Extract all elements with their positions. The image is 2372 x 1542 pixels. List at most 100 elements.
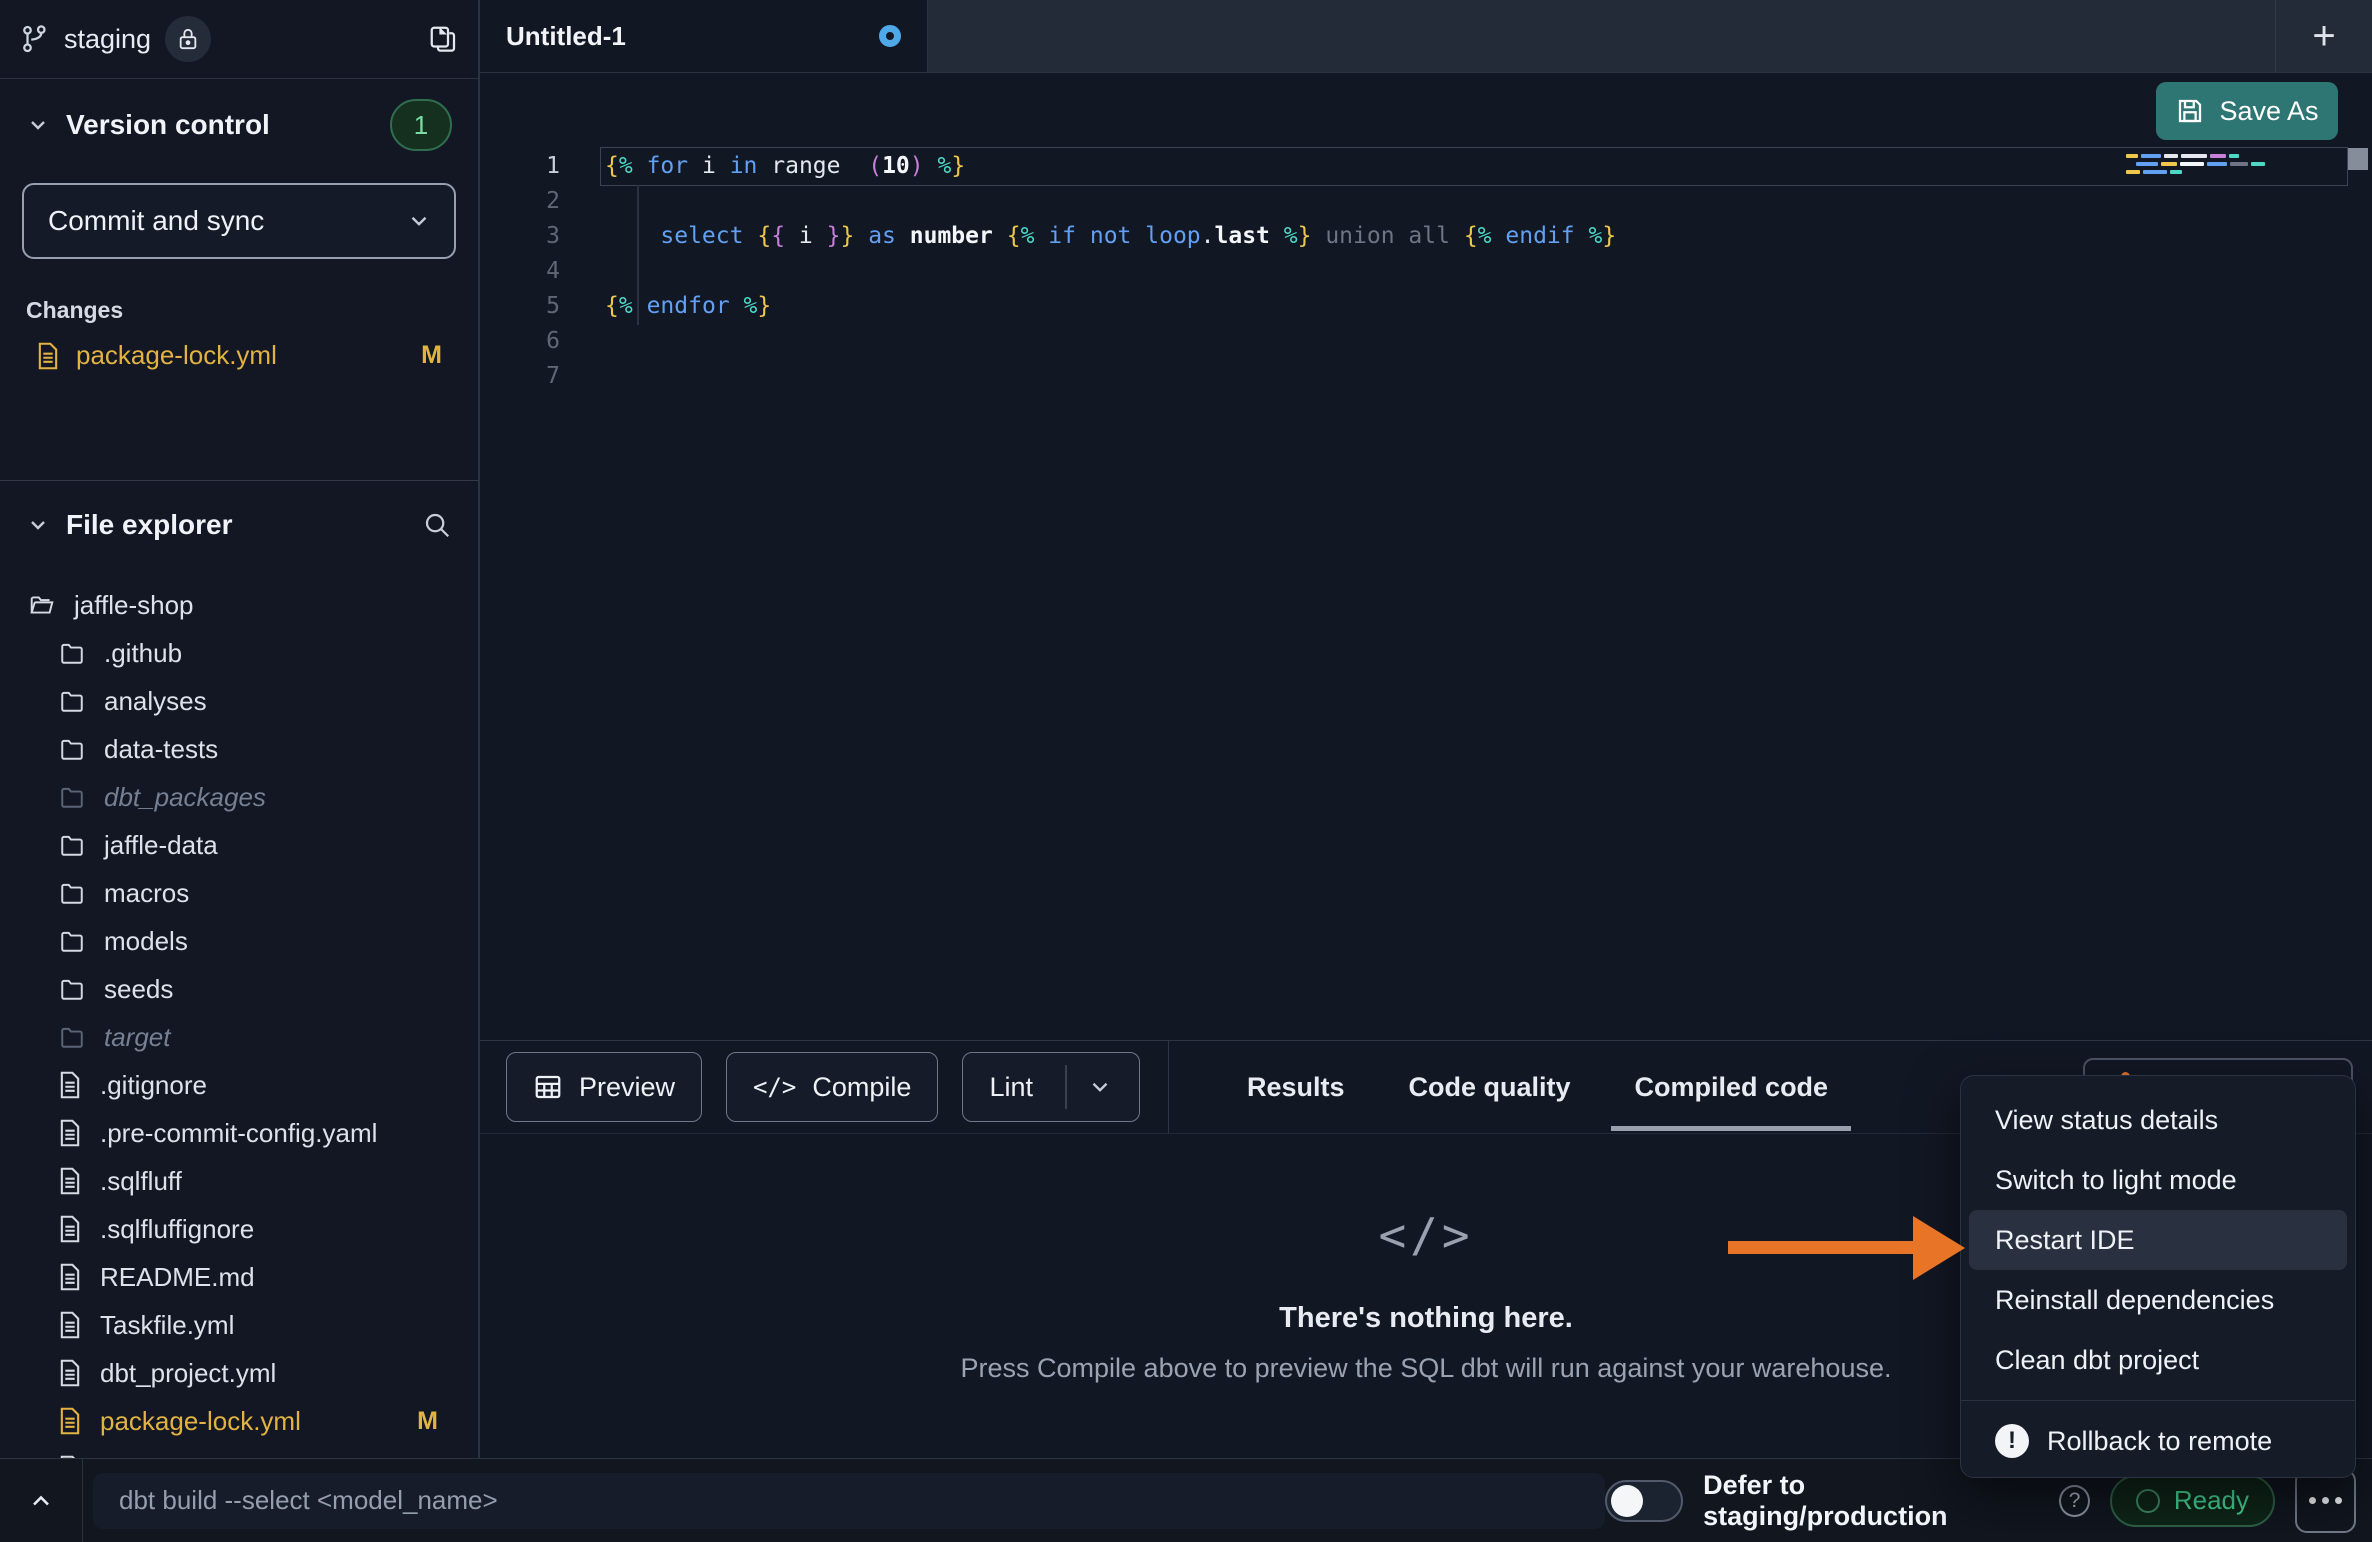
file-tree-item-.sqlfluff[interactable]: .sqlfluff <box>0 1157 478 1205</box>
file-name: target <box>104 1022 478 1053</box>
lint-split-divider <box>1065 1065 1067 1109</box>
tab-code-quality[interactable]: Code quality <box>1409 1041 1571 1133</box>
file-name: .sqlfluffignore <box>100 1214 478 1245</box>
line-number: 1 <box>480 149 560 184</box>
line-number: 7 <box>480 359 560 394</box>
line-number: 3 <box>480 219 560 254</box>
code-line-4 <box>605 254 1616 289</box>
menu-item-clean-dbt-project[interactable]: Clean dbt project <box>1969 1330 2347 1390</box>
menu-item-rollback-to-remote[interactable]: !Rollback to remote <box>1969 1411 2347 1471</box>
version-control-title: Version control <box>66 109 270 141</box>
file-name: analyses <box>104 686 478 717</box>
defer-toggle[interactable] <box>1605 1480 1683 1522</box>
line-number-gutter: 1234567 <box>480 149 560 394</box>
commit-options-caret[interactable] <box>384 185 454 257</box>
folder-icon <box>58 736 86 762</box>
file-tree-item-macros[interactable]: macros <box>0 869 478 917</box>
help-icon[interactable]: ? <box>2059 1485 2090 1517</box>
save-as-label: Save As <box>2219 96 2318 127</box>
modified-badge: M <box>417 1407 478 1436</box>
editor-scrollbar-thumb[interactable] <box>2348 148 2368 170</box>
chevron-down-icon <box>406 208 432 234</box>
annotation-arrow <box>1725 1214 1970 1282</box>
save-as-button[interactable]: Save As <box>2156 82 2338 140</box>
file-explorer-title: File explorer <box>66 509 233 541</box>
menu-item-view-status-details[interactable]: View status details <box>1969 1090 2347 1150</box>
file-tree-item-README.md[interactable]: README.md <box>0 1253 478 1301</box>
file-tree-item-Taskfile.yml[interactable]: Taskfile.yml <box>0 1301 478 1349</box>
menu-item-restart-ide[interactable]: Restart IDE <box>1969 1210 2347 1270</box>
preview-button[interactable]: Preview <box>506 1052 702 1122</box>
file-name: data-tests <box>104 734 478 765</box>
file-icon <box>58 1071 82 1099</box>
status-circle-icon <box>2136 1489 2160 1513</box>
file-name: .sqlfluff <box>100 1166 478 1197</box>
menu-item-label: Switch to light mode <box>1995 1165 2237 1196</box>
file-icon <box>58 1167 82 1195</box>
status-badge[interactable]: Ready <box>2110 1475 2275 1527</box>
commit-and-sync-button[interactable]: Commit and sync <box>22 183 456 259</box>
code-line-2 <box>605 184 1616 219</box>
panel-tabs: Results Code quality Compiled code <box>1169 1041 1828 1133</box>
file-tree-item-.pre-commit-config.yaml[interactable]: .pre-commit-config.yaml <box>0 1109 478 1157</box>
file-tree-item-jaffle-shop[interactable]: jaffle-shop <box>0 581 478 629</box>
status-label: Ready <box>2174 1485 2249 1516</box>
file-name: .gitignore <box>100 1070 478 1101</box>
file-tree-item-dbt_project.yml[interactable]: dbt_project.yml <box>0 1349 478 1397</box>
file-tree-item-package-lock.yml[interactable]: package-lock.yml M <box>0 1397 478 1445</box>
dbt-command-input[interactable] <box>93 1473 1605 1529</box>
tab-results[interactable]: Results <box>1247 1041 1345 1133</box>
file-explorer-header[interactable]: File explorer <box>0 493 478 557</box>
file-tree-item-target[interactable]: target <box>0 1013 478 1061</box>
menu-item-reinstall-dependencies[interactable]: Reinstall dependencies <box>1969 1270 2347 1330</box>
file-icon <box>58 1215 82 1243</box>
menu-item-label: Rollback to remote <box>2047 1426 2272 1457</box>
file-tree-item-.github[interactable]: .github <box>0 629 478 677</box>
code-editor[interactable]: 1234567 {% for i in range (10) %} select… <box>480 146 2372 1041</box>
copy-icon[interactable] <box>428 24 458 54</box>
menu-item-label: Reinstall dependencies <box>1995 1285 2274 1316</box>
search-icon[interactable] <box>422 510 452 540</box>
changes-count-badge: 1 <box>390 99 452 151</box>
branch-name[interactable]: staging <box>64 24 151 55</box>
commit-and-sync-label: Commit and sync <box>24 205 384 237</box>
file-tree-item-jaffle-data[interactable]: jaffle-data <box>0 821 478 869</box>
changed-file-row[interactable]: package-lock.yml M <box>36 340 454 371</box>
chevron-down-icon[interactable] <box>1087 1074 1113 1100</box>
table-icon <box>533 1072 563 1102</box>
compile-label: Compile <box>812 1072 911 1103</box>
lint-button[interactable]: Lint <box>962 1052 1140 1122</box>
ide-options-button[interactable] <box>2295 1469 2356 1533</box>
collapse-panel-button[interactable] <box>0 1487 82 1515</box>
file-name: dbt_project.yml <box>100 1358 478 1389</box>
file-icon <box>58 1311 82 1339</box>
compile-button[interactable]: </> Compile <box>726 1052 938 1122</box>
folder-icon <box>58 832 86 858</box>
file-tree-item-seeds[interactable]: seeds <box>0 965 478 1013</box>
defer-label: Defer to staging/production <box>1703 1470 2039 1532</box>
file-tree-item-models[interactable]: models <box>0 917 478 965</box>
file-tree-item-partial <box>0 1445 478 1458</box>
unsaved-dot-icon <box>879 25 901 47</box>
code-brackets-icon: </> <box>753 1073 796 1101</box>
tab-untitled-1[interactable]: Untitled-1 <box>480 0 928 72</box>
new-tab-button[interactable]: + <box>2275 0 2372 72</box>
tab-compiled-code[interactable]: Compiled code <box>1635 1041 1829 1133</box>
file-name: jaffle-data <box>104 830 478 861</box>
git-branch-icon <box>20 24 50 54</box>
code-line-1: {% for i in range (10) %} <box>605 149 1616 184</box>
menu-divider <box>1961 1400 2355 1401</box>
file-tree-item-data-tests[interactable]: data-tests <box>0 725 478 773</box>
file-tree-item-.sqlfluffignore[interactable]: .sqlfluffignore <box>0 1205 478 1253</box>
file-tree-item-.gitignore[interactable]: .gitignore <box>0 1061 478 1109</box>
line-number: 5 <box>480 289 560 324</box>
file-name: package-lock.yml <box>100 1406 399 1437</box>
file-name: .github <box>104 638 478 669</box>
status-bar-divider <box>82 1459 83 1542</box>
folder-icon <box>58 640 86 666</box>
file-tree-item-analyses[interactable]: analyses <box>0 677 478 725</box>
menu-item-switch-to-light-mode[interactable]: Switch to light mode <box>1969 1150 2347 1210</box>
file-tree-item-dbt_packages[interactable]: dbt_packages <box>0 773 478 821</box>
version-control-header[interactable]: Version control 1 <box>0 93 478 157</box>
folder-icon <box>28 592 56 618</box>
